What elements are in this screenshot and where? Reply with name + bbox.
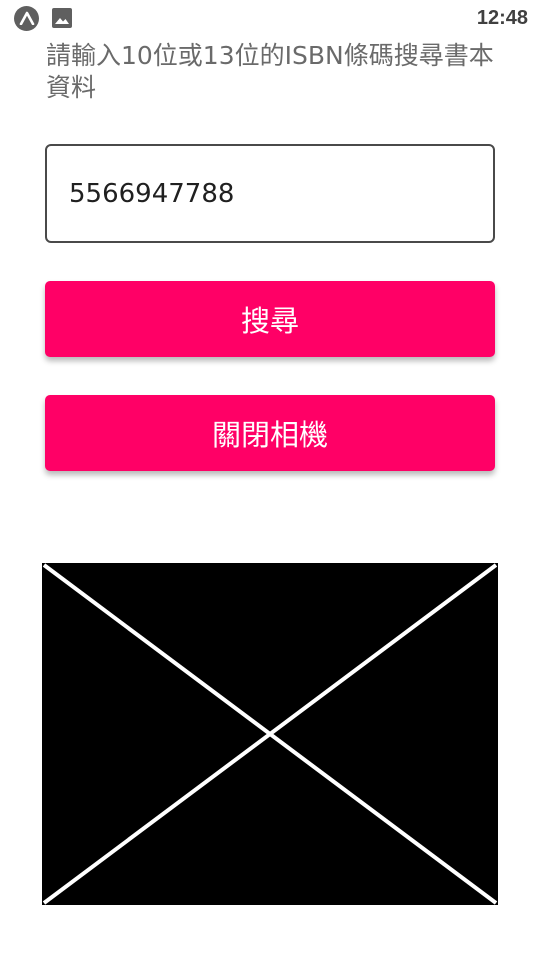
broken-image-placeholder-icon	[42, 563, 498, 905]
status-time: 12:48	[476, 6, 528, 29]
status-bar: 12:48	[0, 0, 540, 36]
search-button[interactable]: 搜尋	[45, 281, 495, 357]
gallery-icon	[52, 8, 72, 28]
isbn-search-screen: 12:48 請輸入10位或13位的ISBN條碼搜尋書本資料 5566947788…	[0, 0, 540, 960]
isbn-input[interactable]: 5566947788	[45, 144, 495, 243]
instruction-text: 請輸入10位或13位的ISBN條碼搜尋書本資料	[46, 41, 494, 102]
expo-app-icon	[14, 5, 39, 31]
status-bar-left	[14, 5, 73, 31]
close-camera-button[interactable]: 關閉相機	[45, 395, 495, 471]
isbn-input-value: 5566947788	[69, 178, 235, 209]
camera-preview	[42, 563, 498, 905]
